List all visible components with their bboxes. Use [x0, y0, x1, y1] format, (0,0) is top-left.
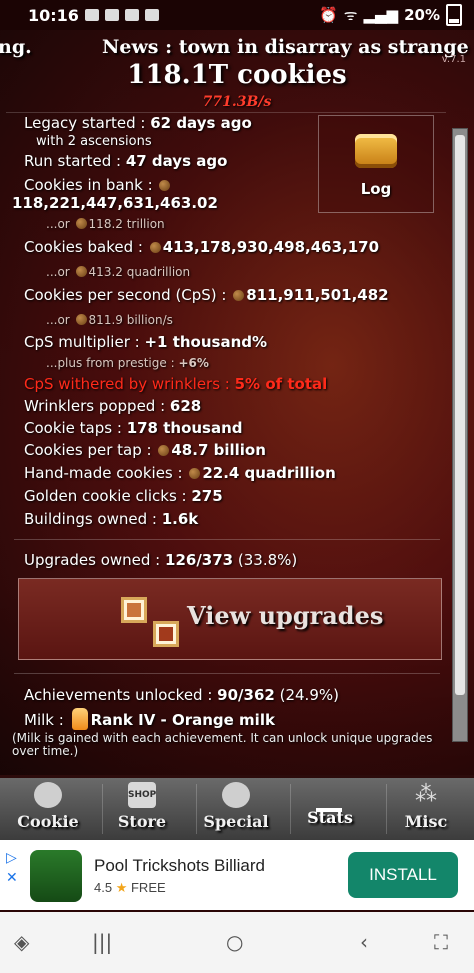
- milk-note: (Milk is gained with each achievement. I…: [12, 731, 433, 758]
- bank-value: 118,221,447,631,463.02: [12, 194, 218, 212]
- calendar-icon: [144, 9, 159, 21]
- recents-icon[interactable]: |||: [92, 930, 112, 954]
- upgrades-owned: Upgrades owned : 126/373 (33.8%): [24, 551, 298, 569]
- legacy-started: Legacy started : 62 days ago: [24, 114, 252, 132]
- status-bar: 10:16 ⏰ ᯤ ▂▄▆ 20%: [0, 0, 474, 30]
- cookie-count: 118.1T cookies: [127, 60, 347, 90]
- cookies-per-second: Cookies per second (CpS) : 811,911,501,4…: [24, 286, 389, 304]
- shop-icon: SHOP: [128, 782, 156, 808]
- tab-stats[interactable]: Stats: [290, 778, 370, 840]
- tab-label: Cookie: [17, 812, 79, 831]
- view-upgrades-button[interactable]: View upgrades: [18, 578, 442, 660]
- cookie-icon: [149, 242, 161, 253]
- ascensions: with 2 ascensions: [36, 134, 152, 149]
- upgrade-icon: [153, 621, 179, 647]
- hand-made-cookies: Hand-made cookies : 22.4 quadrillion: [24, 464, 336, 482]
- tab-label: Misc: [404, 812, 448, 831]
- cookie-icon: [189, 468, 201, 479]
- cookies-per-tap: Cookies per tap : 48.7 billion: [24, 441, 266, 459]
- news-headline: News : town in disarray as strange old: [102, 36, 474, 58]
- milk-icon: [71, 708, 88, 730]
- milk-rank: Milk : Rank IV - Orange milk: [24, 708, 275, 730]
- back-icon[interactable]: ‹: [360, 930, 368, 954]
- game-tab-bar: Cookie SHOP Store Special Stats ⁂ Misc: [0, 775, 474, 840]
- bank-short: ...or 118.2 trillion: [46, 217, 165, 231]
- ad-info-icon[interactable]: ▷: [6, 850, 17, 866]
- achievements-unlocked: Achievements unlocked : 90/362 (24.9%): [24, 686, 339, 704]
- scroll-icon: [355, 134, 397, 168]
- signal-icon: ▂▄▆: [363, 6, 399, 24]
- tab-misc[interactable]: ⁂ Misc: [386, 778, 466, 840]
- log-button[interactable]: Log: [318, 115, 434, 213]
- wrinklers-popped: Wrinklers popped : 628: [24, 397, 202, 415]
- cps-display: 771.3B/s: [202, 94, 272, 110]
- game-area: ng. News : town in disarray as strange o…: [0, 30, 474, 775]
- game-launcher-icon[interactable]: ◈: [14, 930, 29, 954]
- cps-short: ...or 811.9 billion/s: [46, 313, 173, 327]
- alarm-icon: ⏰: [319, 6, 338, 24]
- stats-scrollbar[interactable]: [452, 128, 468, 742]
- cookie-icon: [75, 314, 87, 325]
- cookie-icon: [158, 445, 170, 456]
- cookies-baked: Cookies baked : 413,178,930,498,463,170: [24, 238, 380, 256]
- cloud-icon: [124, 9, 139, 21]
- cookies-in-bank: Cookies in bank :: [24, 176, 172, 194]
- home-icon[interactable]: ○: [226, 930, 243, 954]
- baked-short: ...or 413.2 quadrillion: [46, 265, 191, 279]
- battery-icon: [446, 4, 462, 26]
- status-time: 10:16: [28, 5, 79, 25]
- cookie-icon: [233, 290, 245, 301]
- cookie-icon: [159, 180, 171, 191]
- stats-panel: Log Legacy started : 62 days ago with 2 …: [6, 112, 446, 768]
- tab-label: Store: [117, 812, 167, 831]
- golden-cookie-clicks: Golden cookie clicks : 275: [24, 487, 223, 505]
- news-ticker[interactable]: ng. News : town in disarray as strange o…: [0, 36, 474, 62]
- cookie-icon: [34, 782, 62, 808]
- tab-cookie[interactable]: Cookie: [8, 778, 88, 840]
- divider: [14, 539, 440, 540]
- withered-by-wrinklers: CpS withered by wrinklers : 5% of total: [24, 375, 328, 393]
- tab-store[interactable]: SHOP Store: [102, 778, 182, 840]
- system-nav-bar: ◈ ||| ○ ‹ ⛶: [0, 912, 474, 973]
- cookie-taps: Cookie taps : 178 thousand: [24, 419, 243, 437]
- cps-multiplier: CpS multiplier : +1 thousand%: [24, 333, 268, 351]
- star-icon: ★: [115, 880, 128, 895]
- news-fragment: ng.: [0, 36, 32, 58]
- notification-icon: [84, 9, 99, 21]
- wifi-icon: ᯤ: [343, 6, 358, 24]
- image-icon: [104, 9, 119, 21]
- divider: [14, 673, 440, 674]
- screenshot-icon[interactable]: ⛶: [434, 930, 448, 954]
- upgrade-icon: [121, 597, 147, 623]
- log-label: Log: [360, 180, 392, 198]
- battery-text: 20%: [404, 6, 440, 24]
- tab-special[interactable]: Special: [196, 778, 276, 840]
- tab-label: Stats: [307, 808, 353, 827]
- run-started: Run started : 47 days ago: [24, 152, 228, 170]
- scrollbar-thumb[interactable]: [455, 135, 465, 695]
- ad-close-icon[interactable]: ✕: [6, 870, 18, 886]
- app-icon: [30, 850, 82, 902]
- ad-rating: 4.5 ★ FREE: [94, 880, 166, 895]
- cookie-icon: [75, 218, 87, 229]
- ad-banner[interactable]: ▷ ✕ Pool Trickshots Billiard 4.5 ★ FREE …: [0, 840, 474, 910]
- view-upgrades-label: View upgrades: [187, 601, 384, 630]
- buildings-owned: Buildings owned : 1.6k: [24, 510, 199, 528]
- cookie-icon: [75, 266, 87, 277]
- ad-title: Pool Trickshots Billiard: [94, 856, 266, 875]
- special-icon: [222, 782, 250, 808]
- misc-icon: ⁂: [415, 782, 437, 807]
- prestige-bonus: ...plus from prestige : +6%: [46, 356, 209, 370]
- tab-label: Special: [203, 812, 269, 831]
- install-button[interactable]: INSTALL: [348, 852, 458, 898]
